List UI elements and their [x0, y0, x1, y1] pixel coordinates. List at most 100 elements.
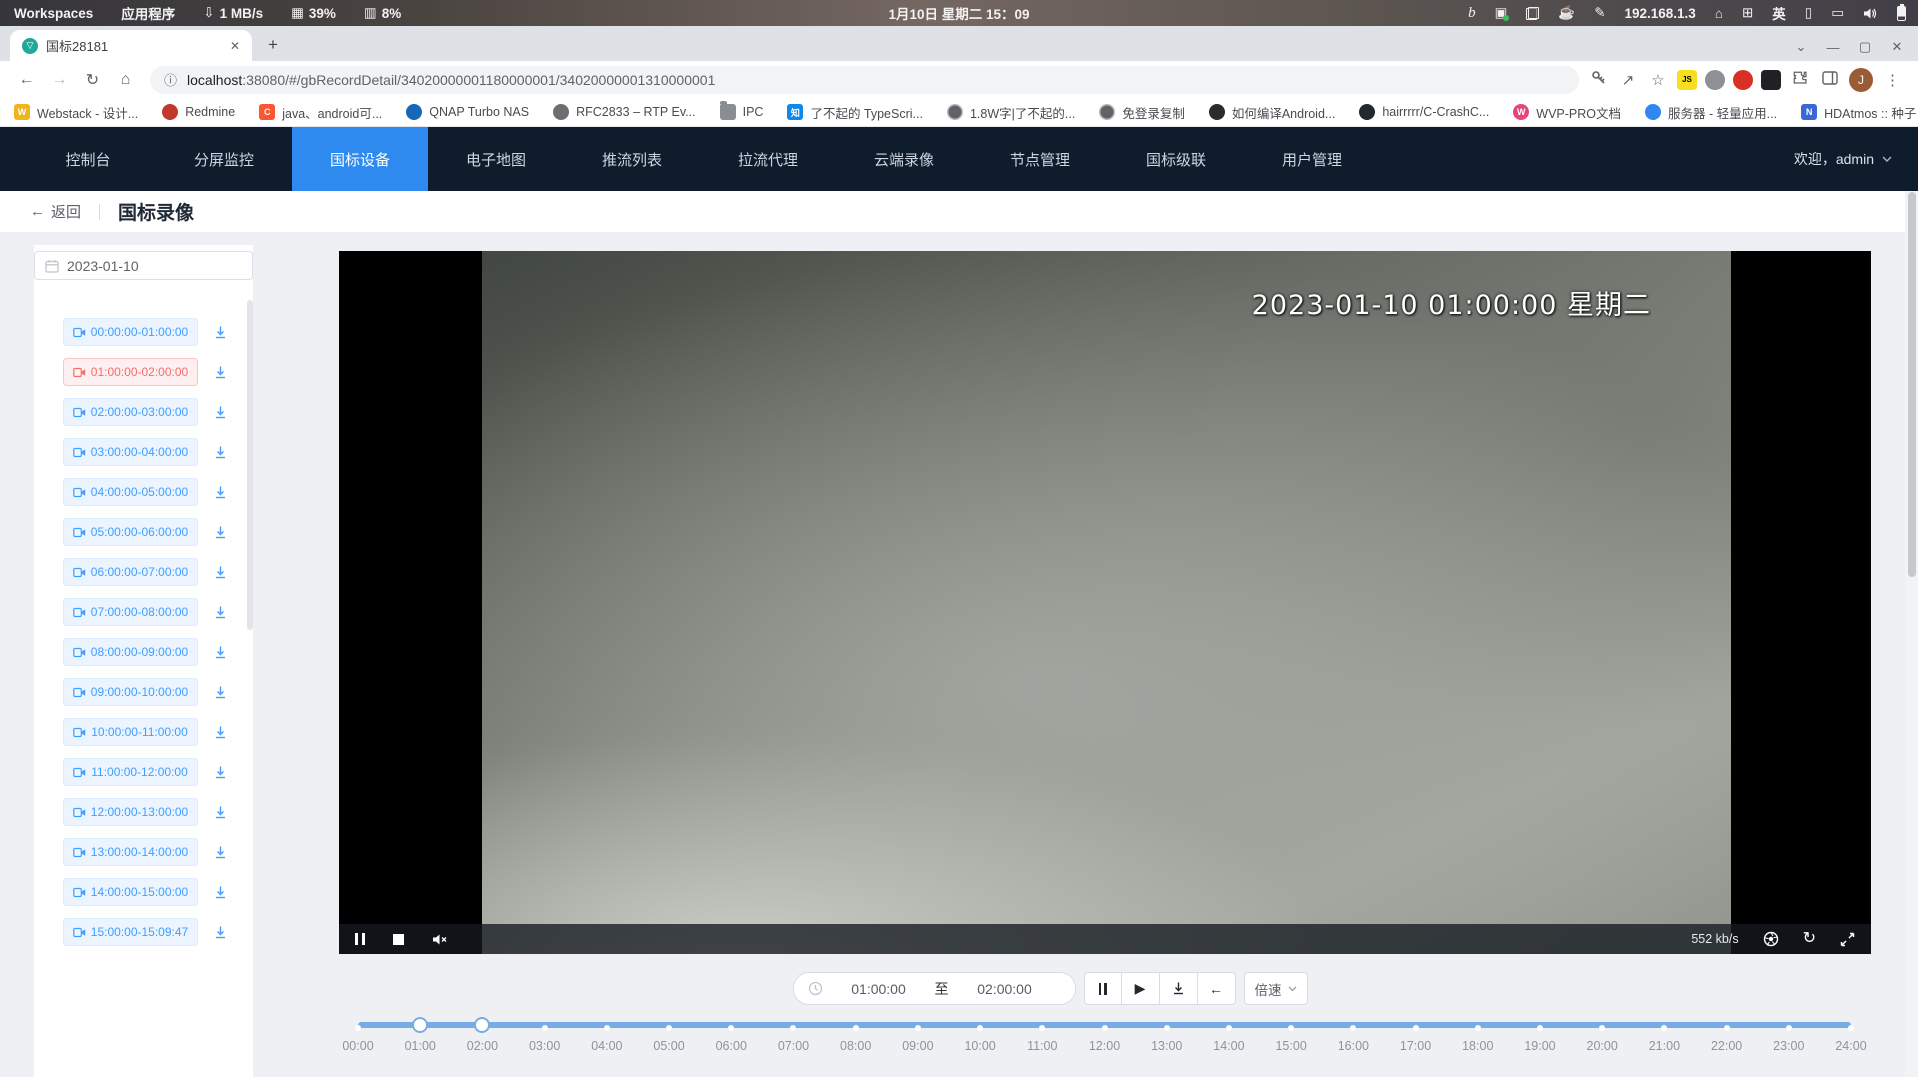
sidebar-scrollbar[interactable]: [247, 300, 253, 630]
applications-button[interactable]: 应用程序: [121, 3, 175, 23]
reload-button[interactable]: ↻: [79, 66, 106, 93]
recording-chip[interactable]: 05:00:00-06:00:00: [63, 518, 198, 546]
workspaces-button[interactable]: Workspaces: [14, 6, 93, 21]
tab-search-chevron-icon[interactable]: ⌄: [1792, 39, 1810, 55]
recording-chip[interactable]: 09:00:00-10:00:00: [63, 678, 198, 706]
recording-chip[interactable]: 00:00:00-01:00:00: [63, 318, 198, 346]
bookmark-csdn[interactable]: C java、android可...: [259, 103, 382, 122]
user-menu[interactable]: 欢迎，admin: [1794, 127, 1918, 191]
download-icon[interactable]: [213, 845, 228, 860]
bookmark-rfc2833[interactable]: RFC2833 – RTP Ev...: [553, 104, 696, 120]
browser-menu-icon[interactable]: ⋮: [1881, 71, 1904, 89]
tab-node-manage[interactable]: 节点管理: [972, 127, 1108, 191]
site-info-icon[interactable]: ⓘ: [164, 70, 177, 89]
page-scrollbar-thumb[interactable]: [1908, 192, 1916, 577]
recording-chip[interactable]: 02:00:00-03:00:00: [63, 398, 198, 426]
bookmark-webstack[interactable]: W Webstack - 设计...: [14, 103, 138, 122]
windows-icon[interactable]: ⊞: [1742, 5, 1753, 21]
home-icon[interactable]: ⌂: [1715, 6, 1723, 21]
extensions-puzzle-icon[interactable]: [1789, 70, 1811, 90]
bookmark-qnap[interactable]: QNAP Turbo NAS: [406, 104, 529, 120]
recording-chip[interactable]: 04:00:00-05:00:00: [63, 478, 198, 506]
color-picker-icon[interactable]: ✎: [1594, 5, 1605, 21]
start-time-value[interactable]: 01:00:00: [823, 981, 935, 997]
browser-tab[interactable]: ▽ 国标28181 ✕: [10, 30, 252, 61]
bookmark-github-crashcatch[interactable]: hairrrrr/C-CrashC...: [1359, 104, 1489, 120]
profile-avatar[interactable]: J: [1849, 68, 1873, 92]
tab-user-manage[interactable]: 用户管理: [1244, 127, 1380, 191]
tab-gb-cascade[interactable]: 国标级联: [1108, 127, 1244, 191]
tab-e-map[interactable]: 电子地图: [428, 127, 564, 191]
bing-icon[interactable]: b: [1468, 5, 1476, 22]
window-close-button[interactable]: ✕: [1888, 39, 1906, 55]
recording-chip[interactable]: 15:00:00-15:09:47: [63, 918, 198, 946]
bookmark-copy-tool[interactable]: 免登录复制: [1099, 103, 1185, 122]
speed-dropdown[interactable]: 倍速: [1244, 972, 1308, 1005]
tab-close-icon[interactable]: ✕: [226, 37, 244, 55]
recording-chip[interactable]: 12:00:00-13:00:00: [63, 798, 198, 826]
clipboard-icon[interactable]: [1526, 7, 1539, 20]
download-icon[interactable]: [213, 805, 228, 820]
pause-button[interactable]: [1084, 972, 1122, 1005]
play-button[interactable]: ▶: [1122, 972, 1160, 1005]
bookmark-article[interactable]: 1.8W字|了不起的...: [947, 103, 1075, 122]
download-icon[interactable]: [213, 565, 228, 580]
tab-split-screen[interactable]: 分屏监控: [156, 127, 292, 191]
download-icon[interactable]: [213, 365, 228, 380]
date-picker-input[interactable]: 2023-01-10: [34, 251, 253, 280]
recording-chip[interactable]: 13:00:00-14:00:00: [63, 838, 198, 866]
bookmark-android-build[interactable]: 如何编译Android...: [1209, 103, 1336, 122]
volume-icon[interactable]: [1863, 7, 1878, 20]
recording-chip[interactable]: 06:00:00-07:00:00: [63, 558, 198, 586]
bookmark-ipc-folder[interactable]: IPC: [720, 104, 764, 120]
input-method-indicator[interactable]: 英: [1772, 3, 1786, 23]
download-icon[interactable]: [213, 645, 228, 660]
bookmark-redmine[interactable]: Redmine: [162, 104, 235, 120]
tab-console[interactable]: 控制台: [20, 127, 156, 191]
player-stop-icon[interactable]: [393, 934, 404, 945]
forward-button[interactable]: →: [46, 66, 73, 93]
download-icon[interactable]: [213, 485, 228, 500]
bookmark-wvp-pro-docs[interactable]: W WVP-PRO文档: [1513, 103, 1621, 122]
display-icon[interactable]: ▭: [1831, 5, 1844, 21]
recording-chip[interactable]: 08:00:00-09:00:00: [63, 638, 198, 666]
snapshot-icon[interactable]: [1763, 931, 1779, 947]
address-bar[interactable]: ⓘ localhost:38080/#/gbRecordDetail/34020…: [150, 66, 1579, 94]
download-icon[interactable]: [213, 525, 228, 540]
download-icon[interactable]: [213, 445, 228, 460]
tab-cloud-record[interactable]: 云端录像: [836, 127, 972, 191]
back-link[interactable]: ← 返回: [30, 201, 81, 222]
end-time-value[interactable]: 02:00:00: [949, 981, 1061, 997]
window-maximize-button[interactable]: ▢: [1856, 39, 1874, 55]
new-tab-button[interactable]: +: [260, 32, 286, 58]
screenshot-tool-icon[interactable]: ▣: [1495, 5, 1508, 21]
download-icon[interactable]: [213, 765, 228, 780]
recording-chip[interactable]: 11:00:00-12:00:00: [63, 758, 198, 786]
recording-chip[interactable]: 10:00:00-11:00:00: [63, 718, 198, 746]
clock[interactable]: 1月10日 星期二 15：09: [888, 3, 1029, 23]
coffee-icon[interactable]: ☕: [1558, 5, 1575, 21]
tab-push-list[interactable]: 推流列表: [564, 127, 700, 191]
extension-red-icon[interactable]: [1733, 70, 1753, 90]
tab-pull-proxy[interactable]: 拉流代理: [700, 127, 836, 191]
player-mute-icon[interactable]: [432, 933, 448, 946]
download-icon[interactable]: [213, 925, 228, 940]
bookmark-tencent-cloud[interactable]: 服务器 - 轻量应用...: [1645, 103, 1777, 122]
battery-icon[interactable]: [1897, 6, 1906, 21]
bookmark-star-icon[interactable]: ☆: [1647, 71, 1669, 89]
bookmark-zhihu-typescript[interactable]: 知 了不起的 TypeScri...: [787, 103, 923, 122]
player-pause-icon[interactable]: [355, 933, 365, 945]
download-icon[interactable]: [213, 885, 228, 900]
share-icon[interactable]: ↗: [1617, 71, 1639, 89]
download-icon[interactable]: [213, 685, 228, 700]
download-icon[interactable]: [213, 405, 228, 420]
ip-address[interactable]: 192.168.1.3: [1625, 6, 1696, 21]
timeline-handle-end[interactable]: [474, 1017, 490, 1033]
phone-icon[interactable]: ▯: [1805, 5, 1812, 21]
password-key-icon[interactable]: [1587, 70, 1609, 89]
recording-chip[interactable]: 01:00:00-02:00:00: [63, 358, 198, 386]
recording-chip[interactable]: 03:00:00-04:00:00: [63, 438, 198, 466]
download-icon[interactable]: [213, 325, 228, 340]
extension-gray-icon[interactable]: [1705, 70, 1725, 90]
home-button[interactable]: ⌂: [112, 66, 139, 93]
